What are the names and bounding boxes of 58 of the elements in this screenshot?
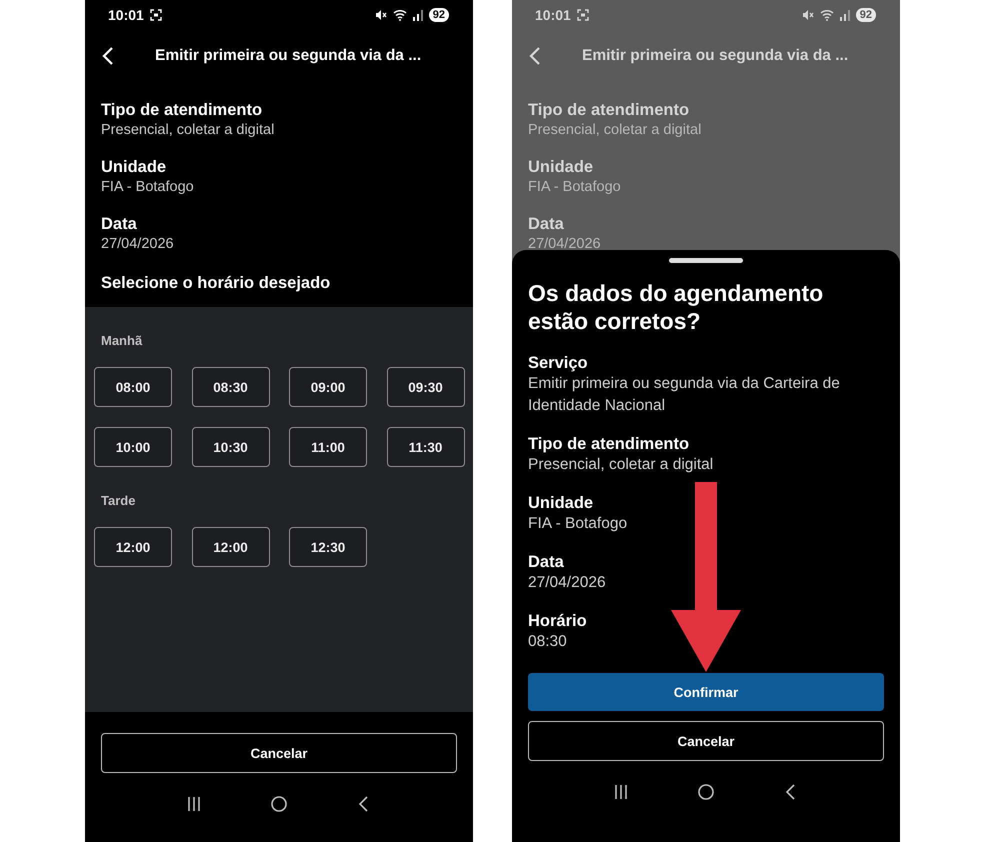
- sheet-handle[interactable]: [669, 258, 743, 263]
- status-time: 10:01: [108, 7, 144, 23]
- screen-record-icon: [576, 9, 589, 21]
- time-slot-button[interactable]: 12:00: [94, 527, 172, 567]
- field-label: Tipo de atendimento: [528, 100, 690, 120]
- field-label: Unidade: [528, 493, 594, 513]
- field-value: FIA - Botafogo: [528, 514, 628, 534]
- field-value: FIA - Botafogo: [528, 178, 622, 197]
- cancel-button[interactable]: Cancelar: [528, 721, 884, 761]
- screen-record-icon: [150, 9, 162, 21]
- field-value: 08:30: [528, 632, 568, 652]
- time-slot-button[interactable]: 12:00: [192, 527, 270, 567]
- status-time: 10:01: [535, 7, 571, 23]
- field-label: Unidade: [101, 157, 168, 177]
- field-value: 27/04/2026: [101, 235, 175, 254]
- time-slot-button[interactable]: 09:30: [386, 367, 464, 407]
- time-slot-button[interactable]: 10:00: [94, 427, 172, 467]
- field-label: Tipo de atendimento: [528, 434, 690, 454]
- home-icon[interactable]: [696, 783, 715, 801]
- time-slot-button[interactable]: 11:00: [289, 427, 367, 467]
- field-label: Data: [528, 214, 565, 234]
- time-slot-button[interactable]: 08:30: [192, 367, 270, 407]
- battery-level: 92: [428, 8, 449, 22]
- time-slot-button[interactable]: 08:00: [94, 367, 172, 407]
- time-slot-button[interactable]: 09:00: [289, 367, 367, 407]
- prompt-text: Selecione o horário desejado: [100, 273, 332, 294]
- field-value: FIA - Botafogo: [101, 178, 195, 197]
- mute-icon: [802, 9, 814, 21]
- confirm-button[interactable]: Confirmar: [528, 673, 884, 711]
- time-slot-button[interactable]: 10:30: [192, 427, 270, 467]
- wifi-icon: [820, 9, 834, 21]
- field-value: Presencial, coletar a digital: [528, 121, 702, 140]
- field-label: Serviço: [528, 353, 589, 373]
- field-label: Data: [101, 214, 138, 234]
- field-value: Emitir primeira ou segunda via da Carteira de Identidade Nacional: [528, 374, 841, 416]
- home-icon[interactable]: [270, 795, 288, 813]
- field-label: Horário: [528, 611, 588, 631]
- sheet-title: Os dados do agendamento estão corretos?: [528, 279, 824, 335]
- battery-level: 92: [856, 8, 876, 22]
- field-value: Presencial, coletar a digital: [101, 121, 276, 140]
- period-label: Manhã: [100, 333, 144, 348]
- signal-icon: [840, 9, 850, 21]
- mute-icon: [374, 9, 387, 21]
- screen-title: Emitir primeira ou segunda via da ...: [582, 47, 848, 65]
- screen-title: Emitir primeira ou segunda via da ...: [155, 47, 422, 65]
- field-label: Unidade: [528, 157, 594, 177]
- time-slot-button[interactable]: 12:30: [289, 527, 367, 567]
- field-value: 27/04/2026: [528, 235, 602, 250]
- field-label: Tipo de atendimento: [101, 100, 264, 120]
- cancel-button[interactable]: Cancelar: [101, 733, 457, 773]
- period-label: Tarde: [100, 493, 136, 508]
- time-slot-button[interactable]: 11:30: [386, 427, 464, 467]
- signal-icon: [412, 9, 423, 21]
- back-icon[interactable]: [101, 46, 115, 66]
- field-label: Data: [528, 552, 565, 572]
- wifi-icon: [392, 9, 407, 21]
- field-value: Presencial, coletar a digital: [528, 455, 714, 475]
- field-value: 27/04/2026: [528, 573, 607, 593]
